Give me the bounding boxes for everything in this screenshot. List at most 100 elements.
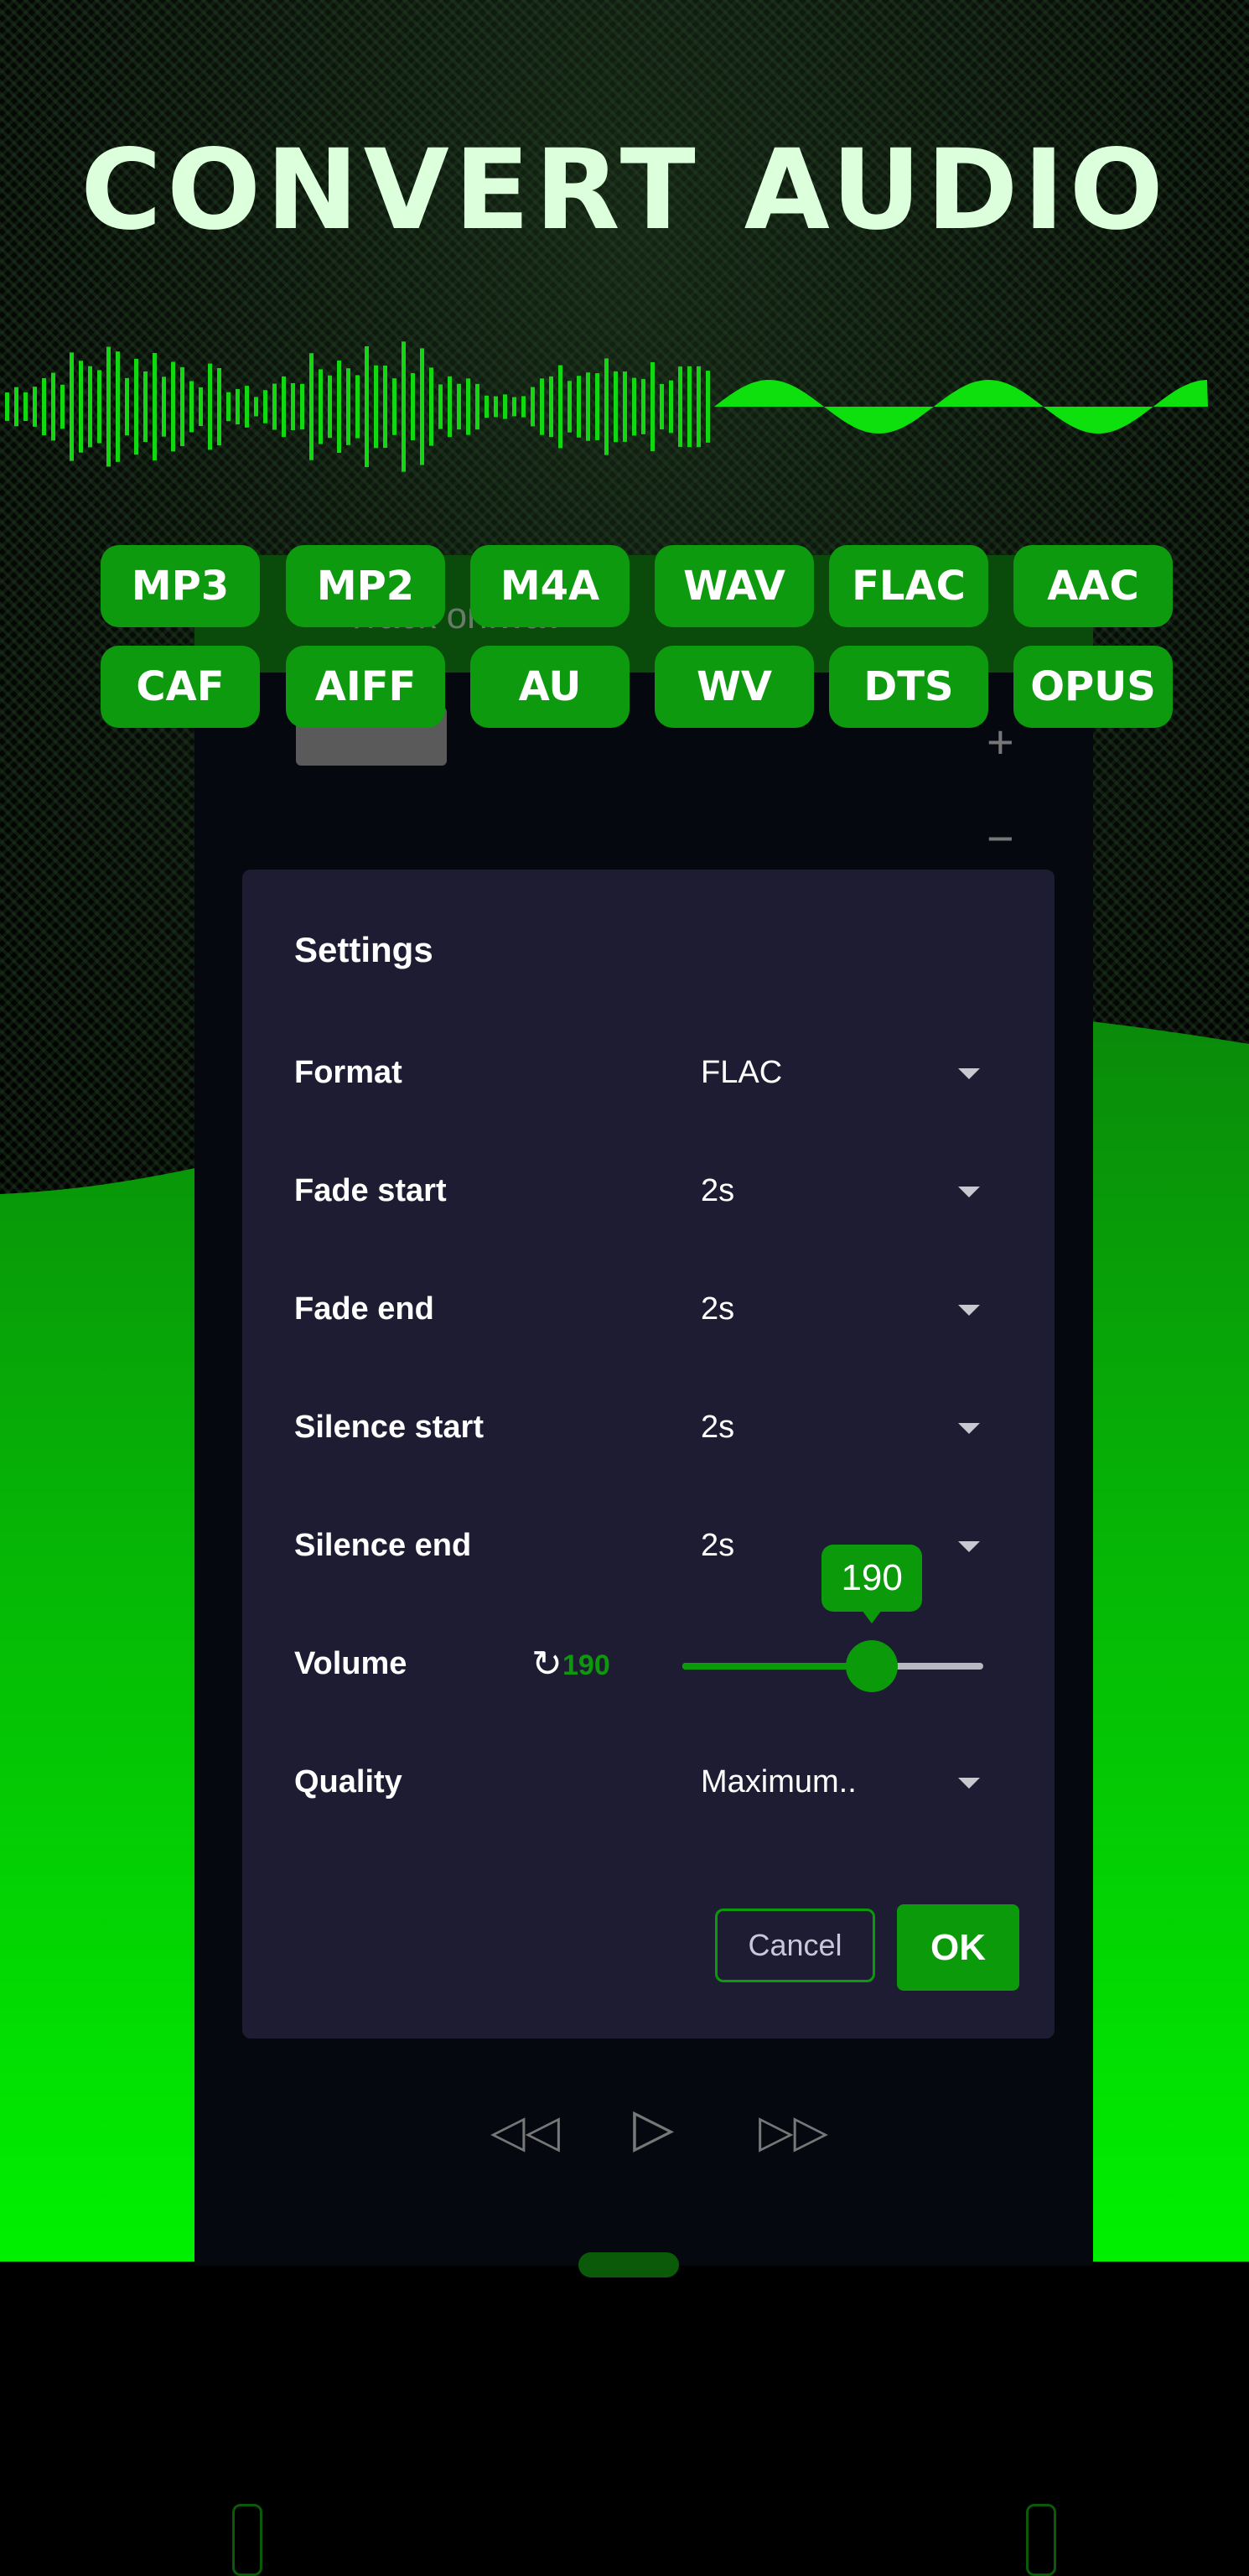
waveform-bar [494,396,498,418]
volume-label: Volume [294,1646,407,1681]
silence-start-label: Silence start [294,1410,484,1445]
waveform-bar [595,373,599,440]
waveform-bar [97,370,101,444]
headline: CONVERT AUDIO [80,126,1169,255]
dropdown-caret-icon[interactable] [958,1187,980,1197]
cancel-button[interactable]: Cancel [715,1909,875,1982]
waveform-bar [143,371,148,443]
waveform-bar [171,361,175,452]
format-chip-wav[interactable]: WAV [655,545,814,627]
fade-start-row[interactable]: Fade start 2s [294,1168,1024,1218]
waveform-bar [245,386,249,428]
volume-slider[interactable]: 190 [682,1545,983,1692]
fade-end-label: Fade end [294,1291,434,1327]
silence-start-value[interactable]: 2s [701,1410,734,1446]
waveform-bar [355,375,360,439]
dropdown-caret-icon[interactable] [958,1068,980,1079]
left-edge-button [232,2504,262,2576]
silence-end-label: Silence end [294,1528,472,1563]
silence-end-value[interactable]: 2s [701,1528,734,1564]
waveform-bar [79,361,83,453]
ok-button[interactable]: OK [897,1904,1019,1991]
waveform-bar [604,358,609,455]
play-icon[interactable]: ▷ [633,2096,674,2159]
format-chip-aiff[interactable]: AIFF [286,646,445,728]
quality-value[interactable]: Maximum.. [701,1764,857,1800]
waveform-bar [531,387,535,427]
settings-dialog: Settings Format FLAC Fade start 2s Fade … [242,870,1055,2038]
waveform-bar [88,366,92,448]
waveform-bar [319,369,323,444]
waveform-bar [162,377,166,437]
fade-end-value[interactable]: 2s [701,1291,734,1327]
dialog-title: Settings [294,930,433,969]
dropdown-caret-icon[interactable] [958,1423,980,1434]
format-chip-dts[interactable]: DTS [829,646,988,728]
dropdown-caret-icon[interactable] [958,1305,980,1316]
zoom-out-button[interactable]: − [987,811,1014,865]
waveform-bar [475,383,479,430]
waveform-bar [180,367,184,446]
waveform-bar [466,378,470,435]
waveform-bar [438,384,443,429]
waveform-bar [134,358,138,455]
waveform-bar [60,384,65,429]
format-chip-opus[interactable]: OPUS [1013,646,1173,728]
silence-start-row[interactable]: Silence start 2s [294,1405,1024,1455]
waveform-bar [5,392,9,421]
waveform-bar [457,383,461,430]
waveform-bar [51,372,55,441]
volume-tooltip: 190 [821,1545,923,1623]
volume-row: Volume ↻ 190 190 [294,1545,1024,1692]
waveform-bar [337,361,341,453]
waveform-bar [199,387,203,426]
waveform-bar [291,382,295,431]
fade-end-row[interactable]: Fade end 2s [294,1286,1024,1337]
waveform-bar [33,387,37,427]
format-chip-au[interactable]: AU [470,646,630,728]
refresh-icon[interactable]: ↻ [531,1643,562,1685]
zoom-in-button[interactable]: + [987,714,1014,769]
waveform-bar [503,394,507,419]
waveform-bar [116,351,120,462]
waveform-bar [623,371,627,442]
right-edge-button [1026,2504,1056,2576]
rewind-icon[interactable]: ◁◁ [490,2105,560,2158]
waveform-bar [70,352,74,461]
waveform-bar [346,368,350,445]
format-chip-m4a[interactable]: M4A [470,545,630,627]
dropdown-caret-icon[interactable] [958,1541,980,1552]
format-chip-wv[interactable]: WV [655,646,814,728]
waveform-bar [697,366,701,448]
waveform-bar [586,372,590,441]
bottom-action-button[interactable] [578,2252,679,2277]
format-chip-mp2[interactable]: MP2 [286,545,445,627]
waveform-bar [125,377,129,436]
format-value[interactable]: FLAC [701,1055,782,1091]
waveform-bar [577,376,581,438]
format-row[interactable]: Format FLAC [294,1050,1024,1100]
waveform-bar [153,353,157,460]
waveform-bar [309,353,314,460]
sine-wave [714,380,1208,434]
dropdown-caret-icon[interactable] [958,1778,980,1789]
waveform-bar [706,371,710,443]
fast-forward-icon[interactable]: ▷▷ [759,2105,828,2158]
waveform-bar [549,376,553,438]
format-chip-flac[interactable]: FLAC [829,545,988,627]
format-chip-caf[interactable]: CAF [101,646,260,728]
format-label: Format [294,1055,402,1090]
waveform-bar [282,376,286,438]
waveform-bar [226,392,231,422]
waveform-bar [512,397,516,417]
fade-start-value[interactable]: 2s [701,1173,734,1209]
volume-slider-thumb[interactable] [846,1640,899,1692]
waveform-bar [272,383,277,430]
format-chip-mp3[interactable]: MP3 [101,545,260,627]
quality-row[interactable]: Quality Maximum.. [294,1759,1024,1810]
waveform-bar [383,365,387,449]
waveform-bar [540,378,544,435]
waveform-bar [300,383,304,430]
format-chip-aac[interactable]: AAC [1013,545,1173,627]
waveform-bar [558,365,562,449]
